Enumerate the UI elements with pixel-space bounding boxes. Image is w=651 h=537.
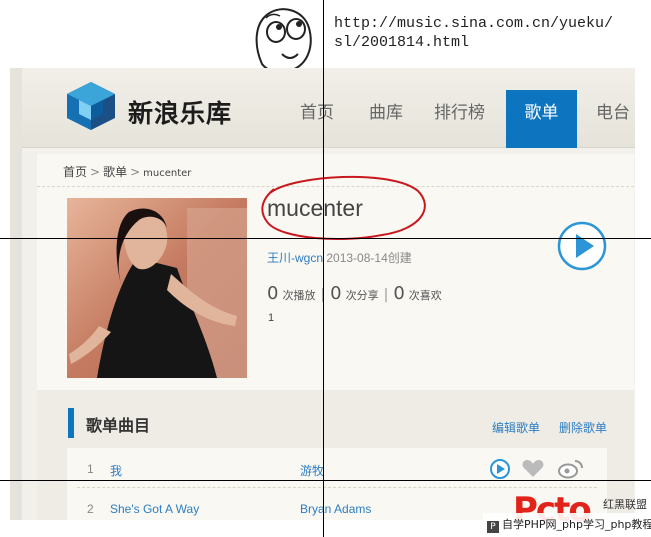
left-gutter: [10, 68, 22, 520]
track-title-link[interactable]: She's Got A Way: [110, 502, 199, 516]
red-circle-annotation: [261, 175, 426, 240]
nav-playlists[interactable]: 歌单: [506, 90, 577, 148]
play-count-label: 次播放: [282, 289, 316, 302]
playlist-panel: 首页 > 歌单 > mucenter mucenter 王川-wgcn 2013…: [37, 154, 634, 520]
nav-radio[interactable]: 电台: [596, 98, 630, 123]
track-artist-link[interactable]: 游牧: [300, 462, 324, 479]
track-title-link[interactable]: 我: [110, 462, 122, 479]
guide-line-vertical: [323, 0, 324, 537]
track-artist-link[interactable]: Bryan Adams: [300, 502, 371, 516]
rage-face-icon: [255, 8, 312, 73]
watermark-strip: P 自学PHP网_php学习_php教程: [483, 513, 651, 533]
track-index: 1: [87, 462, 94, 476]
like-count: 0: [393, 283, 405, 304]
track-index: 2: [87, 502, 94, 516]
creator-link[interactable]: 王川-wgcn: [267, 251, 323, 265]
playlist-description: 1: [268, 312, 275, 324]
guide-line-horizontal: [0, 238, 651, 239]
sina-music-logo-icon[interactable]: [65, 80, 117, 132]
track-actions: [490, 459, 583, 479]
share-count: 0: [330, 283, 342, 304]
delete-playlist-link[interactable]: 删除歌单: [559, 419, 607, 436]
php-icon: P: [487, 521, 499, 533]
share-count-label: 次分享: [345, 289, 379, 302]
guide-line-horizontal: [0, 480, 651, 481]
play-track-icon[interactable]: [490, 459, 510, 479]
edit-playlist-link[interactable]: 编辑歌单: [492, 419, 540, 436]
breadcrumb-separator: >: [130, 165, 141, 179]
playlist-cover-image: [67, 198, 247, 378]
playlist-stats: 0次播放|0次分享|0次喜欢: [267, 283, 442, 304]
weibo-share-icon[interactable]: [558, 460, 583, 479]
nav-home[interactable]: 首页: [300, 98, 334, 123]
tracks-section-title: 歌单曲目: [86, 416, 151, 435]
stat-divider: |: [383, 287, 389, 303]
like-heart-icon[interactable]: [522, 460, 544, 477]
breadcrumb-playlists[interactable]: 歌单: [103, 165, 127, 179]
creator-info: 王川-wgcn 2013-08-14创建: [267, 249, 412, 266]
breadcrumb-home[interactable]: 首页: [63, 165, 87, 179]
watermark-strip-text: 自学PHP网_php学习_php教程: [502, 518, 651, 531]
url-annotation: http://music.sina.com.cn/yueku/sl/200181…: [334, 15, 614, 51]
brand-name[interactable]: 新浪乐库: [128, 94, 232, 130]
site-header: 新浪乐库 首页 曲库 排行榜 歌单 电台: [22, 68, 635, 148]
play-all-button[interactable]: [556, 220, 608, 272]
breadcrumb-separator: >: [90, 165, 101, 179]
created-date: 2013-08-14创建: [326, 251, 412, 265]
like-count-label: 次喜欢: [408, 289, 442, 302]
track-row[interactable]: 1 我 游牧: [67, 448, 607, 488]
play-count: 0: [267, 283, 279, 304]
watermark: Pcto 红黑联盟 P 自学PHP网_php学习_php教程: [483, 485, 651, 537]
nav-library[interactable]: 曲库: [369, 98, 403, 123]
breadcrumb: 首页 > 歌单 > mucenter: [63, 163, 191, 180]
breadcrumb-current: mucenter: [143, 168, 192, 179]
nav-charts[interactable]: 排行榜: [434, 98, 485, 123]
watermark-tag: 红黑联盟: [603, 498, 647, 511]
section-accent-bar: [68, 408, 74, 438]
